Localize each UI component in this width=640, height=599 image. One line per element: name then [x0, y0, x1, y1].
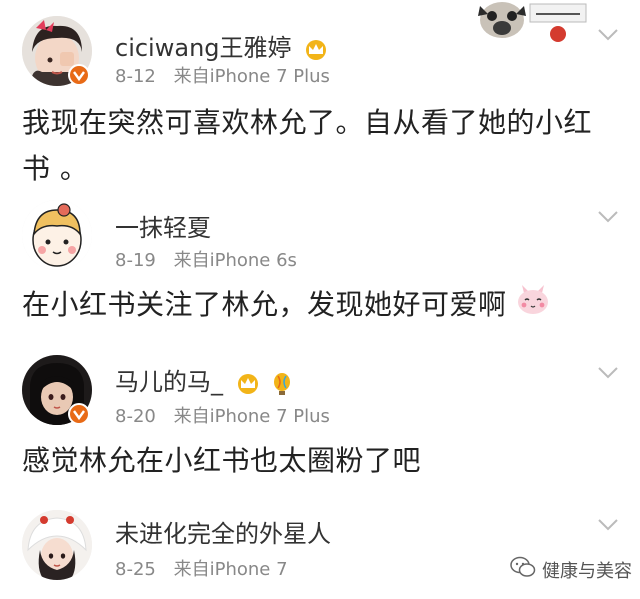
- comment-source: 来自iPhone 7 Plus: [173, 66, 330, 87]
- chevron-down-icon[interactable]: [597, 366, 619, 380]
- pug-sticker: [470, 0, 590, 46]
- comment-text-line: 在小红书关注了林允，发现她好可爱啊: [22, 288, 507, 321]
- username[interactable]: 一抹轻夏: [115, 208, 211, 243]
- comment-meta: 8-20 来自iPhone 7 Plus: [115, 402, 342, 428]
- comment-date: 8-12: [115, 66, 156, 87]
- watermark-label: 健康与美容: [542, 560, 632, 582]
- vip-badge-icon: [68, 64, 90, 86]
- comment-source: 来自iPhone 7 Plus: [173, 406, 330, 427]
- comment-date: 8-25: [115, 559, 156, 580]
- chevron-down-icon[interactable]: [597, 518, 619, 532]
- chevron-down-icon[interactable]: [597, 210, 619, 224]
- username-text[interactable]: 一抹轻夏: [115, 214, 211, 242]
- comment-text: 在小红书关注了林允，发现她好可爱啊: [22, 282, 612, 329]
- comment-source: 来自iPhone 6s: [173, 250, 297, 271]
- comment-source: 来自iPhone 7: [173, 559, 288, 580]
- comment-text: 我现在突然可喜欢林允了。自从看了她的小红 书 。: [22, 100, 612, 192]
- balloon-icon: [272, 369, 292, 397]
- watermark: 健康与美容: [510, 556, 632, 583]
- username[interactable]: ciciwang王雅婷: [115, 28, 329, 63]
- comment-text-line: 我现在突然可喜欢林允了。自从看了她的小红: [22, 106, 593, 139]
- crown-icon: [303, 35, 329, 63]
- username[interactable]: 马儿的马_: [115, 362, 292, 397]
- comment-meta: 8-25 来自iPhone 7: [115, 555, 300, 581]
- vip-badge-icon: [68, 403, 90, 425]
- comment-meta: 8-19 来自iPhone 6s: [115, 246, 309, 272]
- username-text[interactable]: 马儿的马_: [115, 368, 223, 396]
- comment-date: 8-20: [115, 406, 156, 427]
- wechat-icon: [510, 556, 536, 583]
- bunny-face-emoji: [516, 283, 550, 329]
- username-text[interactable]: 未进化完全的外星人: [115, 520, 331, 548]
- chevron-down-icon[interactable]: [597, 28, 619, 42]
- username-text[interactable]: ciciwang王雅婷: [115, 34, 292, 62]
- comment-text-line: 书 。: [22, 152, 89, 185]
- comment-meta: 8-12 来自iPhone 7 Plus: [115, 62, 342, 88]
- user-avatar[interactable]: [22, 200, 92, 270]
- user-avatar[interactable]: [22, 510, 92, 580]
- crown-icon: [235, 369, 261, 397]
- comment-date: 8-19: [115, 250, 156, 271]
- username[interactable]: 未进化完全的外星人: [115, 514, 331, 549]
- comment-text: 感觉林允在小红书也太圈粉了吧: [22, 438, 612, 484]
- comment-text-line: 感觉林允在小红书也太圈粉了吧: [22, 444, 422, 477]
